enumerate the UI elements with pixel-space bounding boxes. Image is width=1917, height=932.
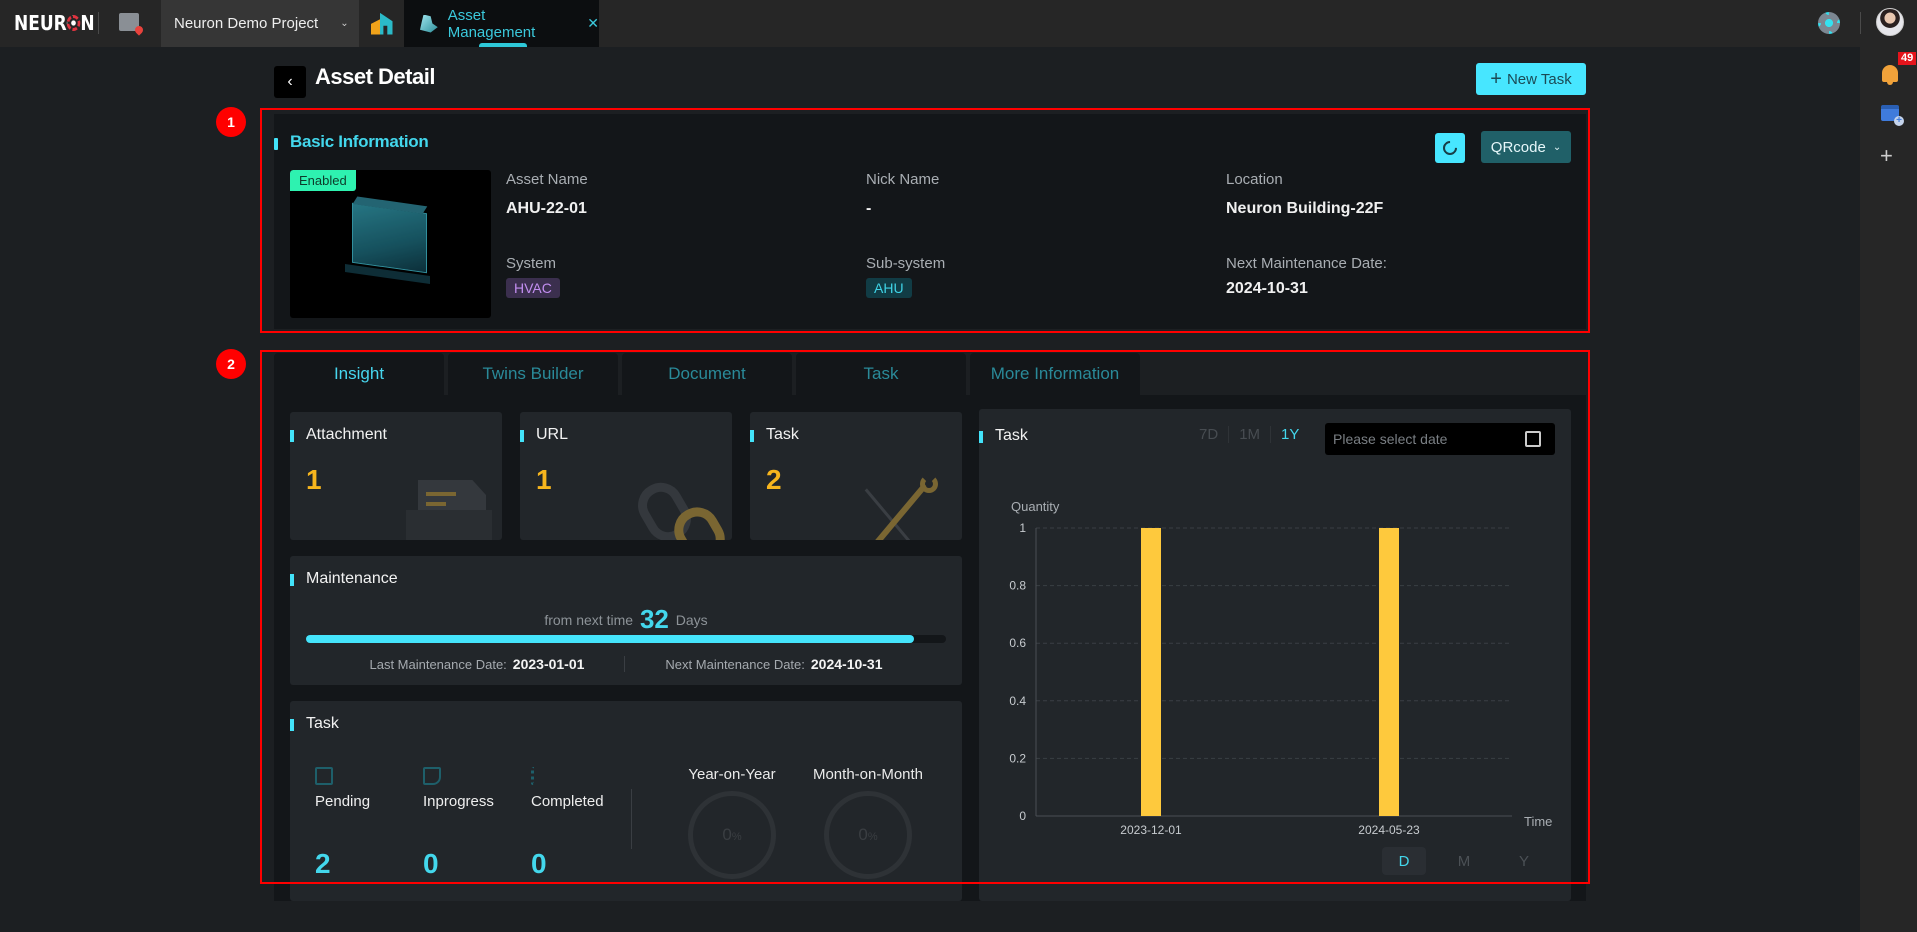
gear-icon[interactable] <box>1818 12 1840 34</box>
notification-badge: 49 <box>1898 52 1917 65</box>
annotation-frame-1 <box>260 108 1590 333</box>
calendar-add-icon[interactable] <box>1881 105 1904 126</box>
chevron-down-icon: ⌄ <box>340 18 349 29</box>
annotation-frame-2 <box>260 350 1590 884</box>
asset-icon <box>420 14 438 33</box>
annotation-marker-2: 2 <box>216 349 246 379</box>
divider <box>98 12 99 34</box>
map-icon[interactable] <box>119 13 139 31</box>
plus-icon: + <box>1490 67 1502 90</box>
home-icon <box>370 12 393 35</box>
tab-label: Asset Management <box>447 6 536 41</box>
close-icon[interactable]: ✕ <box>587 15 599 32</box>
plus-icon[interactable]: + <box>1880 143 1893 169</box>
divider <box>1860 12 1861 34</box>
back-button[interactable]: ‹ <box>274 66 306 98</box>
page-title: Asset Detail <box>315 64 435 89</box>
annotation-marker-1: 1 <box>216 107 246 137</box>
bell-icon[interactable] <box>1882 65 1898 85</box>
avatar[interactable] <box>1876 8 1904 36</box>
right-rail: 49 + <box>1860 47 1917 932</box>
top-bar: NEUR N Neuron Demo Project ⌄ Asset Manage… <box>0 0 1917 47</box>
project-name: Neuron Demo Project <box>174 15 319 32</box>
new-task-label: New Task <box>1506 70 1572 88</box>
tab-asset-management[interactable]: Asset Management ✕ <box>404 0 599 47</box>
neuron-logo[interactable]: NEUR N <box>14 11 95 35</box>
home-tab[interactable] <box>359 0 404 47</box>
new-task-button[interactable]: + New Task <box>1476 63 1586 95</box>
active-tab-indicator <box>479 43 527 47</box>
logo-o-icon <box>66 15 81 31</box>
project-selector[interactable]: Neuron Demo Project ⌄ <box>161 0 359 47</box>
